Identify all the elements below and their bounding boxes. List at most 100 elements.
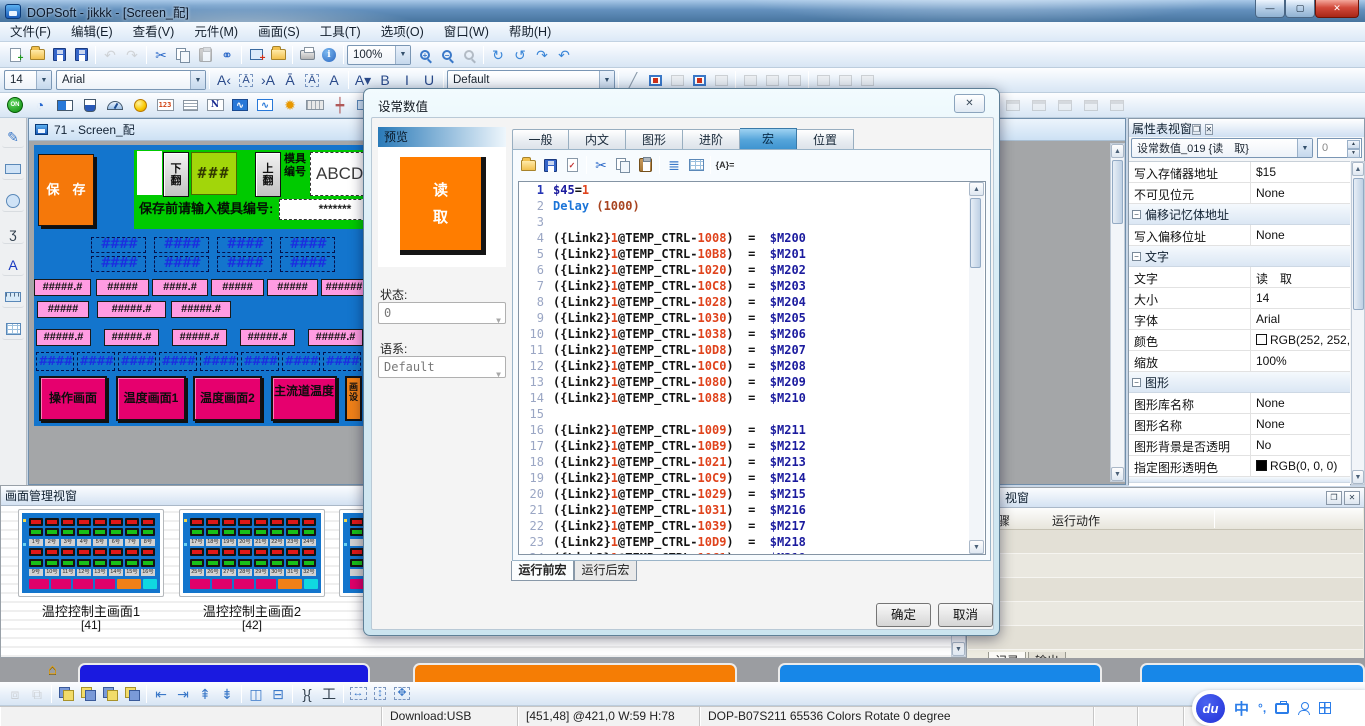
screen-window-tab[interactable] [778, 663, 1102, 682]
property-value[interactable]: None [1251, 225, 1350, 245]
send-to-back-icon[interactable] [77, 683, 99, 705]
collapse-icon[interactable]: − [1132, 378, 1141, 387]
numeric-display[interactable]: #####.# [308, 329, 363, 346]
element-selector[interactable]: 设常数值_019 {读 取}▼ [1131, 138, 1313, 158]
numeric-display[interactable]: ##### [267, 279, 318, 296]
space-vertical-icon[interactable]: 工 [318, 683, 340, 705]
style-select[interactable]: Default▼ [447, 70, 615, 90]
property-row[interactable]: 不可见位元None [1129, 183, 1350, 204]
numeric-display[interactable]: #####.# [104, 329, 159, 346]
save-macro-icon[interactable] [539, 154, 561, 176]
dialog-tab[interactable]: 进阶 [683, 129, 740, 150]
property-row[interactable]: 写入存储器地址$15 [1129, 162, 1350, 183]
scroll-up-icon[interactable]: ▲ [969, 182, 984, 196]
about-icon[interactable]: i [318, 44, 340, 66]
save-all-icon[interactable] [70, 44, 92, 66]
property-value[interactable]: None [1251, 393, 1350, 413]
menu-item[interactable]: 文件(F) [0, 22, 61, 41]
add-screen-icon[interactable] [245, 44, 267, 66]
numeric-entry[interactable]: #### [154, 256, 209, 272]
collapse-icon[interactable]: − [1132, 210, 1141, 219]
menu-item[interactable]: 编辑(E) [61, 22, 123, 41]
toolbox-icon[interactable] [1275, 703, 1289, 714]
text-bottom-icon[interactable]: A [323, 69, 345, 91]
spin-up-icon[interactable]: ▲ [1347, 140, 1360, 149]
numeric-display[interactable]: #####.# [97, 301, 166, 318]
ellipse-tool-icon[interactable] [2, 190, 24, 212]
center-vertical-icon[interactable]: ⊟ [267, 683, 289, 705]
panel-close-icon[interactable]: ✕ [1344, 491, 1360, 505]
property-row[interactable]: 图形背景是否透明No [1129, 435, 1350, 456]
macro-phase-tab[interactable]: 运行后宏 [574, 561, 637, 581]
property-scrollbar[interactable]: ▲ ▼ [1351, 161, 1365, 485]
numeric-entry[interactable]: #### [91, 256, 146, 272]
screen-nav-button[interactable]: 操作画面 [39, 376, 107, 421]
bring-to-front-icon[interactable] [55, 683, 77, 705]
copy-icon[interactable] [612, 154, 634, 176]
numeric-display[interactable]: #####.# [240, 329, 295, 346]
bar-element-icon[interactable] [54, 94, 76, 116]
state-spinner[interactable]: 0 ▲▼ [1317, 138, 1362, 158]
scroll-up-icon[interactable]: ▲ [1111, 144, 1124, 158]
property-row[interactable]: 图形名称None [1129, 414, 1350, 435]
numeric-entry[interactable]: #### [217, 256, 272, 272]
grid-menu-icon[interactable] [1319, 702, 1331, 714]
screen-nav-button[interactable]: 温度画面2 [193, 376, 262, 421]
menu-item[interactable]: 工具(T) [310, 22, 371, 41]
macro-code-editor[interactable]: 1$45=12Delay (1000)34({Link2}1@TEMP_CTRL… [518, 181, 986, 555]
menu-item[interactable]: 查看(V) [123, 22, 185, 41]
numeric-entry[interactable]: #### [241, 352, 279, 371]
align-right-icon[interactable]: ⇥ [172, 683, 194, 705]
property-row[interactable]: 写入偏移位址None [1129, 225, 1350, 246]
scale-tool-icon[interactable] [2, 286, 24, 308]
draw-line-icon[interactable]: ✎ [2, 126, 24, 148]
numeric-entry[interactable]: #### [282, 352, 320, 371]
text-tool-icon[interactable]: A [2, 254, 24, 276]
close-button[interactable]: ✕ [1315, 0, 1359, 18]
numeric-display-icon[interactable]: 123 [154, 94, 176, 116]
numeric-entry[interactable]: #### [77, 352, 115, 371]
numeric-entry[interactable]: #### [91, 237, 146, 253]
editor-vertical-scrollbar[interactable]: ▲ ▼ [1110, 143, 1125, 482]
page-up-button[interactable]: 上翻 [255, 152, 281, 197]
numeric-display[interactable]: ####.# [152, 279, 208, 296]
save-screen-button[interactable]: 保 存 [38, 154, 94, 226]
screen-window-tab[interactable] [1140, 663, 1365, 682]
text-fit-height-icon[interactable]: A [301, 69, 323, 91]
scrollbar-thumb[interactable] [970, 198, 981, 268]
new-file-icon[interactable] [4, 44, 26, 66]
character-display-icon[interactable]: N [204, 94, 226, 116]
polygon-tool-icon[interactable]: ʒ [2, 222, 24, 244]
font-family-select[interactable]: Arial▼ [56, 70, 206, 90]
numeric-display[interactable]: #####.# [34, 279, 91, 296]
minimize-button[interactable]: — [1255, 0, 1285, 18]
page-down-button[interactable]: 下翻 [163, 152, 189, 197]
dialog-tab[interactable]: 图形 [626, 129, 683, 150]
page-number-display[interactable]: ### [191, 152, 237, 195]
trend-element-icon[interactable]: ∿ [254, 94, 276, 116]
edit-table-icon[interactable] [685, 154, 707, 176]
center-horizontal-icon[interactable]: ◫ [245, 683, 267, 705]
numeric-entry[interactable]: #### [36, 352, 74, 371]
spin-down-icon[interactable]: ▼ [1347, 149, 1360, 158]
align-bottom-icon[interactable]: ⇟ [216, 683, 238, 705]
screen-window-tab[interactable] [413, 663, 737, 682]
property-value[interactable]: 14 [1251, 288, 1350, 308]
property-row[interactable]: 字体Arial [1129, 309, 1350, 330]
dialog-close-button[interactable]: ✕ [954, 94, 985, 113]
scrollbar-thumb[interactable] [1112, 160, 1123, 224]
screen-nav-button[interactable]: 画设 [345, 376, 362, 421]
text-narrow-icon[interactable]: A‹ [213, 69, 235, 91]
syntax-check-icon[interactable]: ✓ [561, 154, 583, 176]
rotate-cw-icon[interactable]: ↻ [487, 44, 509, 66]
numeric-entry[interactable]: #### [217, 237, 272, 253]
cut-icon[interactable]: ✂ [590, 154, 612, 176]
property-row[interactable]: 缩放100% [1129, 351, 1350, 372]
property-row[interactable]: 指定图形透明色RGB(0, 0, 0) [1129, 456, 1350, 477]
text-fit-width-icon[interactable]: A [235, 69, 257, 91]
property-value[interactable]: 100% [1251, 351, 1350, 371]
screen-thumbnail[interactable]: 1号2号3号4号5号6号7号8号9号10号11号12号13号14号15号16号 [18, 509, 164, 597]
text-top-icon[interactable]: Ā [279, 69, 301, 91]
numeric-display[interactable]: #####.# [171, 301, 231, 318]
menu-item[interactable]: 帮助(H) [499, 22, 561, 41]
